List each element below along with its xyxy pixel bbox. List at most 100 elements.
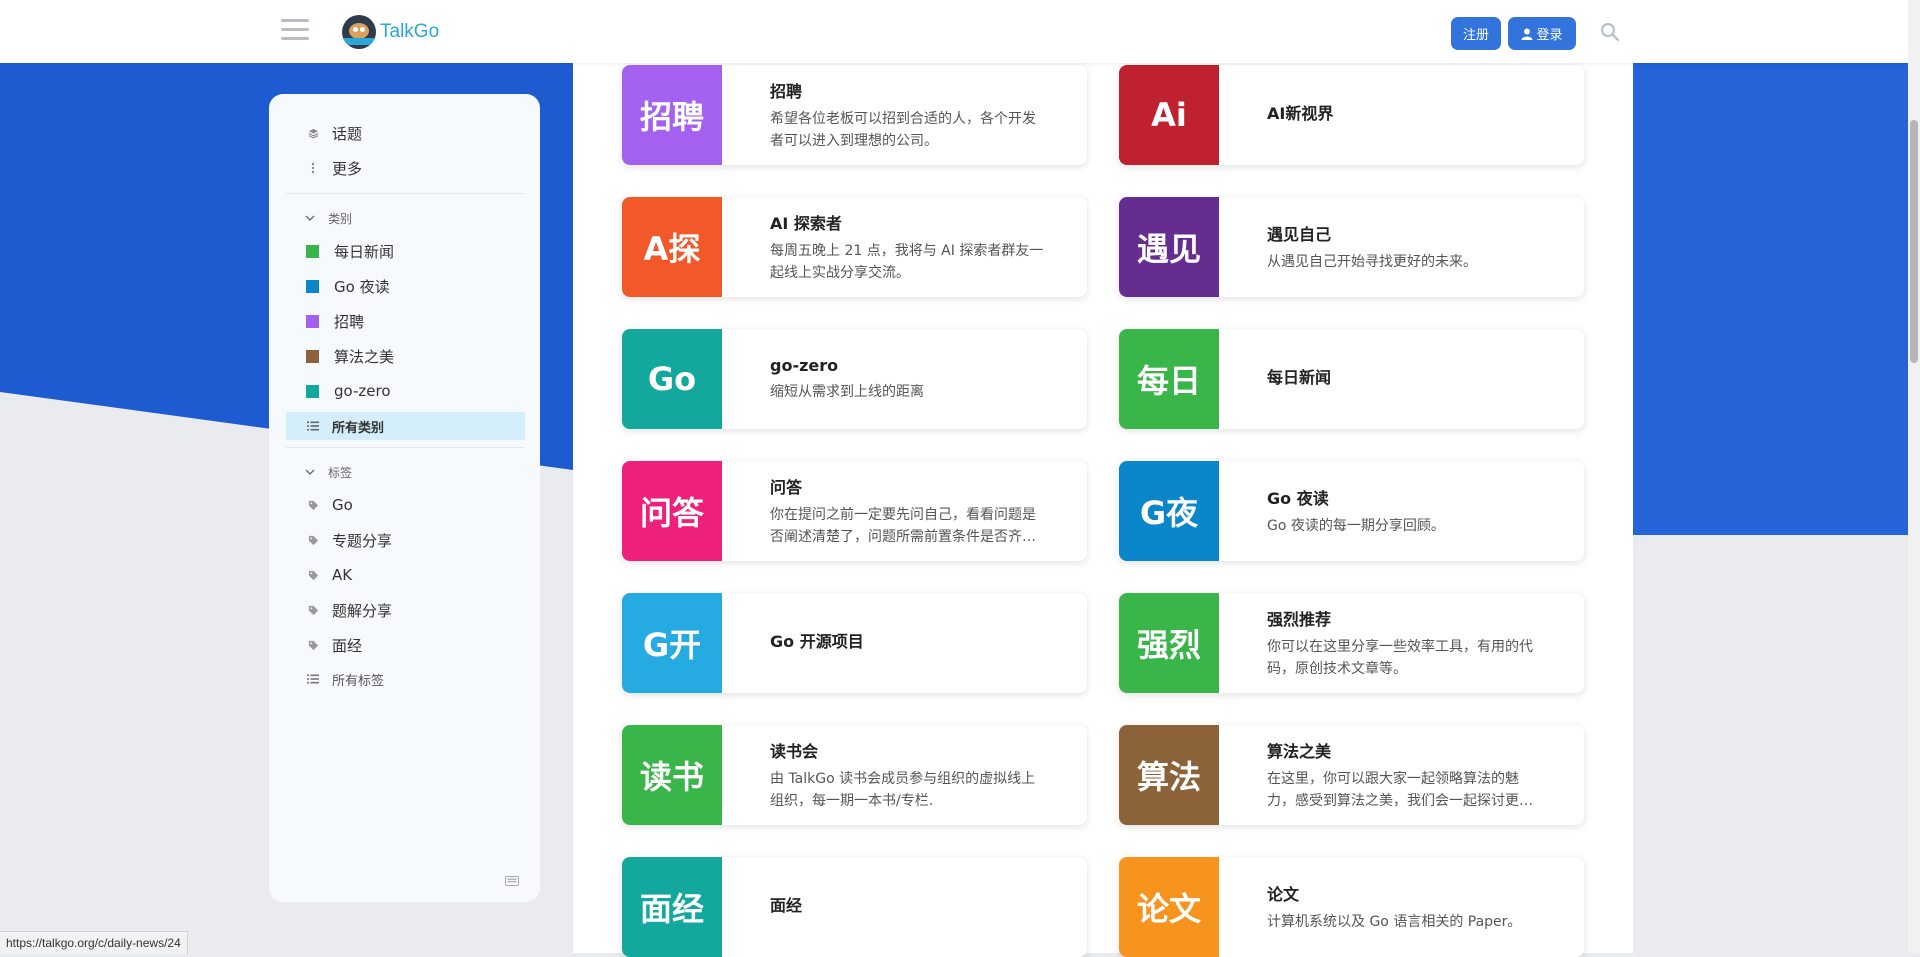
keyboard-icon[interactable] [505,876,519,886]
sidebar-item-tag-interviews[interactable]: 面经 [286,631,525,659]
sidebar-item-tag-solutions[interactable]: 题解分享 [286,596,525,624]
category-badge: G开 [622,593,722,693]
sidebar-item-label: 所有类别 [332,420,385,436]
sidebar-item-go-zero[interactable]: go-zero [286,377,525,405]
sidebar-item-recruiting[interactable]: 招聘 [286,307,525,335]
category-card-daily-news[interactable]: 每日 每日新闻 [1119,329,1584,429]
chevron-down-icon [305,469,315,475]
category-card-interviews[interactable]: 面经 面经 [622,857,1087,957]
category-card-go-night-reading[interactable]: G夜 Go 夜读 Go 夜读的每一期分享回顾。 [1119,461,1584,561]
card-title: Go 开源项目 [770,632,864,651]
site-logo[interactable]: TalkGo [342,12,439,52]
card-body: 遇见自己 从遇见自己开始寻找更好的未来。 [1267,197,1544,297]
category-badge: A探 [622,197,722,297]
category-color-square [306,349,319,363]
category-badge: 问答 [622,461,722,561]
card-body: AI新视界 [1267,65,1544,165]
category-card-papers[interactable]: 论文 论文 计算机系统以及 Go 语言相关的 Paper。 [1119,857,1584,957]
tag-icon [304,605,322,616]
sidebar-item-daily-news[interactable]: 每日新闻 [286,237,525,265]
category-badge: 面经 [622,857,722,957]
tags-header: 标签 [328,465,353,480]
card-description: 在这里，你可以跟大家一起领略算法的魅力，感受到算法之美，我们会一起探讨更多的问题… [1267,771,1533,809]
category-color-square [306,314,319,328]
card-title: Go 夜读 [1267,489,1329,508]
card-body: 每日新闻 [1267,329,1544,429]
card-body: Go 夜读 Go 夜读的每一期分享回顾。 [1267,461,1544,561]
list-icon [304,674,322,684]
signup-button[interactable]: 注册 [1451,17,1501,50]
sidebar-item-label: 每日新闻 [334,242,395,261]
card-body: 读书会 由 TalkGo 读书会成员参与组织的虚拟线上组织，每一期一本书/专栏. [770,725,1047,825]
user-icon [1521,28,1533,40]
page-scrollbar[interactable] [1908,0,1920,953]
tag-icon [304,570,322,581]
category-badge: 读书 [622,725,722,825]
category-color-square [306,384,319,398]
card-body: go-zero 缩短从需求到上线的距离 [770,329,1047,429]
card-body: 面经 [770,857,1047,957]
tag-icon [304,500,322,511]
scrollbar-thumb[interactable] [1910,120,1918,363]
sidebar-item-label: Go 夜读 [334,277,390,296]
card-title: AI新视界 [1267,104,1334,123]
card-description: 你可以在这里分享一些效率工具，有用的代码，原创技术文章等。 [1267,639,1533,677]
card-title: go-zero [770,355,839,375]
sidebar-item-tag-topic-sharing[interactable]: 专题分享 [286,526,525,554]
category-badge: 招聘 [622,65,722,165]
login-label: 登录 [1536,28,1563,43]
category-card-meet-yourself[interactable]: 遇见 遇见自己 从遇见自己开始寻找更好的未来。 [1119,197,1584,297]
category-badge: 强烈 [1119,593,1219,693]
card-body: 问答 你在提问之前一定要先问自己，看看问题是否阐述清楚了，问题所需前置条件是否齐… [770,461,1047,561]
search-icon[interactable] [1600,22,1620,42]
sidebar-item-label: 话题 [332,124,363,143]
sidebar-item-label: Go [332,496,353,514]
card-body: Go 开源项目 [770,593,1047,693]
hamburger-menu-icon[interactable] [281,19,309,43]
card-description: 计算机系统以及 Go 语言相关的 Paper。 [1267,914,1522,930]
sidebar-item-label: 算法之美 [334,347,395,366]
vertical-dots-icon [304,162,322,174]
sidebar-item-all-tags[interactable]: 所有标签 [286,665,525,693]
category-badge: 遇见 [1119,197,1219,297]
category-badge: 每日 [1119,329,1219,429]
sidebar-item-label: 更多 [332,159,363,178]
tags-section-toggle[interactable]: 标签 [304,463,352,481]
brand-name: TalkGo [380,21,440,42]
category-card-book-club[interactable]: 读书 读书会 由 TalkGo 读书会成员参与组织的虚拟线上组织，每一期一本书/… [622,725,1087,825]
card-body: 强烈推荐 你可以在这里分享一些效率工具，有用的代码，原创技术文章等。 [1267,593,1544,693]
category-card-algorithms[interactable]: 算法 算法之美 在这里，你可以跟大家一起领略算法的魅力，感受到算法之美，我们会一… [1119,725,1584,825]
login-button[interactable]: 登录 [1508,17,1576,50]
sidebar-item-go-night-reading[interactable]: Go 夜读 [286,272,525,300]
sidebar-item-more[interactable]: 更多 [286,154,525,182]
sidebar-item-label: 专题分享 [332,531,393,550]
category-card-go-zero[interactable]: Go go-zero 缩短从需求到上线的距离 [622,329,1087,429]
category-card-recommended[interactable]: 强烈 强烈推荐 你可以在这里分享一些效率工具，有用的代码，原创技术文章等。 [1119,593,1584,693]
categories-section-toggle[interactable]: 类别 [304,209,352,227]
card-title: 招聘 [770,82,803,101]
link-status-bar: https://talkgo.org/c/daily-news/24 [0,931,188,954]
card-title: 遇见自己 [1267,225,1332,244]
category-card-ai-explorer[interactable]: A探 AI 探索者 每周五晚上 21 点，我将与 AI 探索者群友一起线上实战分… [622,197,1087,297]
category-card-ai-vision[interactable]: Ai AI新视界 [1119,65,1584,165]
category-color-square [306,244,319,258]
card-title: 问答 [770,478,803,497]
card-title: 强烈推荐 [1267,610,1332,629]
sidebar-item-algorithms[interactable]: 算法之美 [286,342,525,370]
sidebar-item-label: 所有标签 [332,673,385,689]
sidebar-item-tag-ak[interactable]: AK [286,561,525,589]
top-header: TalkGo 注册 登录 [0,0,1908,63]
card-body: 算法之美 在这里，你可以跟大家一起领略算法的魅力，感受到算法之美，我们会一起探讨… [1267,725,1544,825]
layers-icon [304,128,322,139]
sidebar-item-label: AK [332,566,353,584]
sidebar-item-all-categories[interactable]: 所有类别 [286,412,525,440]
sidebar-divider [286,447,525,448]
category-card-qa[interactable]: 问答 问答 你在提问之前一定要先问自己，看看问题是否阐述清楚了，问题所需前置条件… [622,461,1087,561]
card-title: 论文 [1267,885,1300,904]
sidebar-item-tag-go[interactable]: Go [286,491,525,519]
sidebar-item-topics[interactable]: 话题 [286,119,525,147]
category-card-go-open-source[interactable]: G开 Go 开源项目 [622,593,1087,693]
tag-icon [304,640,322,651]
category-card-recruiting[interactable]: 招聘 招聘 希望各位老板可以招到合适的人，各个开发者可以进入到理想的公司。 [622,65,1087,165]
category-badge: 算法 [1119,725,1219,825]
